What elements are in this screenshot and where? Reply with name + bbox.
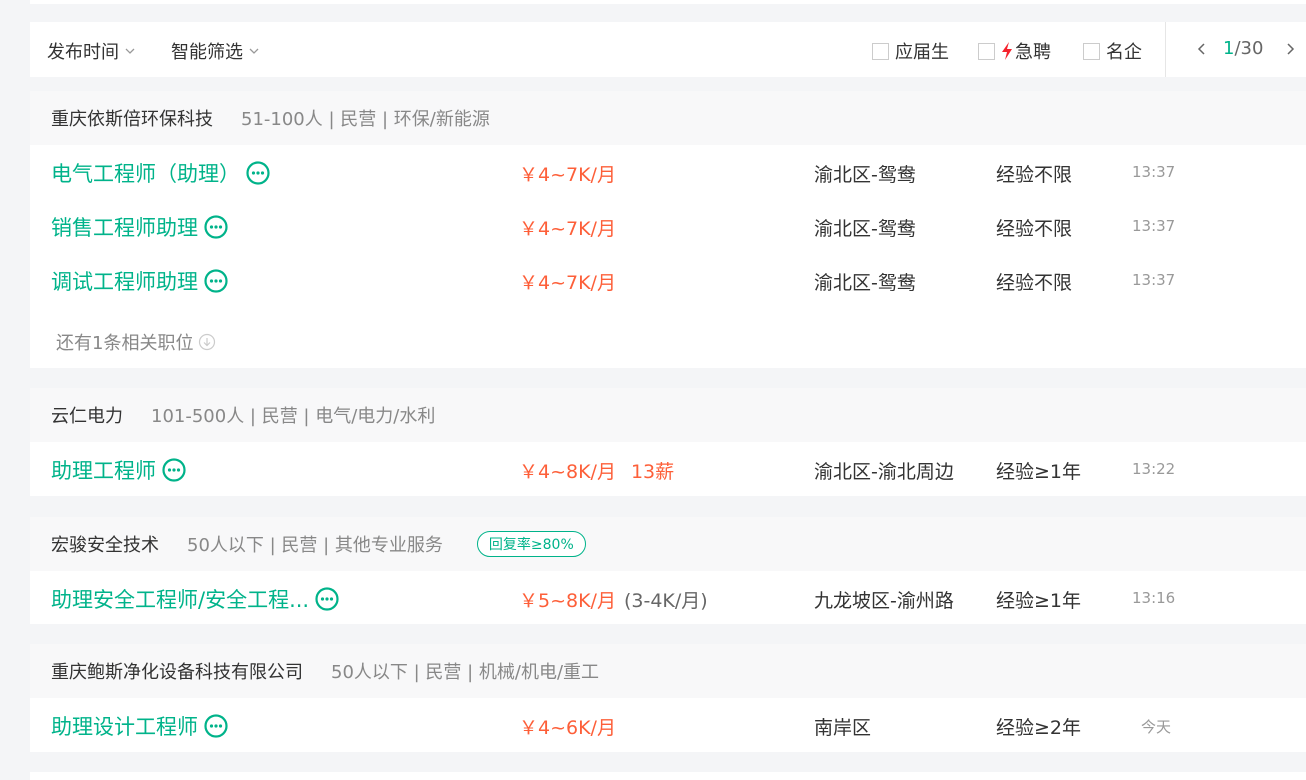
job-title-text: 助理安全工程师/安全工程... [51, 588, 310, 612]
famous-company-checkbox[interactable]: 名企 [1083, 38, 1142, 64]
company-header: 重庆鲍斯净化设备科技有限公司 50人以下 | 民营 | 机械/机电/重工 [30, 644, 1306, 698]
expand-down-icon [199, 333, 216, 351]
job-row[interactable]: 助理设计工程师 ￥4~6K/月 南岸区 经验≥2年 今天 [30, 698, 1306, 752]
checkbox-box[interactable] [1083, 42, 1100, 60]
experience: 经验不限 [996, 164, 1073, 186]
total-pages: /30 [1234, 38, 1264, 59]
location: 渝北区-鸳鸯 [814, 272, 916, 294]
company-card: 重庆依斯倍环保科技 51-100人 | 民营 | 环保/新能源 电气工程师（助理… [30, 91, 1306, 368]
company-name[interactable]: 云仁电力 [51, 402, 123, 428]
graduate-label: 应届生 [895, 42, 949, 63]
publish-time: 13:16 [1132, 589, 1176, 607]
salary: ￥4~6K/月 [519, 717, 616, 739]
more-jobs-row: 还有1条相关职位 [30, 307, 1306, 367]
reply-rate-badge: 回复率≥80% [476, 531, 586, 557]
more-jobs-link[interactable]: 还有1条相关职位 [56, 329, 216, 355]
previous-card-edge [30, 0, 1306, 4]
experience: 经验≥2年 [996, 717, 1082, 739]
chevron-down-icon [125, 48, 135, 54]
job-row[interactable]: 助理安全工程师/安全工程... ￥5~8K/月 (3-4K/月) 九龙坡区-渝州路… [30, 571, 1306, 625]
pagination: 1 /30 [1195, 38, 1297, 59]
chevron-left-icon[interactable] [1195, 42, 1209, 56]
famous-label: 名企 [1106, 42, 1142, 63]
location: 渝北区-渝北周边 [814, 461, 954, 483]
publish-time: 13:22 [1132, 460, 1176, 478]
publish-time: 13:37 [1132, 271, 1176, 289]
company-card: 宏骏安全技术 50人以下 | 民营 | 其他专业服务 回复率≥80% 助理安全工… [30, 517, 1306, 624]
job-title-text: 电气工程师（助理） [51, 162, 240, 186]
checkbox-box[interactable] [872, 42, 889, 60]
salary: ￥4~7K/月 [519, 272, 616, 294]
company-card: 云仁电力 101-500人 | 民营 | 电气/电力/水利 助理工程师 ￥4~8… [30, 388, 1306, 496]
next-card-edge [30, 772, 1306, 780]
filter-bar: 发布时间 智能筛选 应届生 急聘 名企 1 /30 [30, 22, 1306, 77]
job-title-text: 助理工程师 [51, 459, 156, 483]
publish-time-filter[interactable]: 发布时间 [47, 38, 136, 64]
job-list-page: 发布时间 智能筛选 应届生 急聘 名企 1 /30 重庆依斯倍环保科技 51-1… [30, 0, 1306, 780]
salary: ￥4~7K/月 [519, 218, 616, 240]
publish-time: 13:37 [1132, 217, 1176, 235]
smart-filter-label: 智能筛选 [171, 42, 243, 63]
salary-months: 13薪 [630, 461, 675, 483]
publish-time: 今天 [1141, 718, 1172, 736]
checkbox-box[interactable] [978, 42, 995, 60]
experience: 经验≥1年 [996, 461, 1082, 483]
company-info: 101-500人 | 民营 | 电气/电力/水利 [151, 406, 436, 427]
chat-icon[interactable] [204, 714, 228, 738]
job-title[interactable]: 助理安全工程师/安全工程... [51, 584, 339, 614]
salary-range: ￥4~8K/月 [519, 461, 616, 483]
chat-icon[interactable] [315, 587, 339, 611]
location: 渝北区-鸳鸯 [814, 218, 916, 240]
current-page: 1 [1223, 38, 1235, 59]
urgent-label: 急聘 [1015, 42, 1051, 63]
job-row[interactable]: 电气工程师（助理） ￥4~7K/月 渝北区-鸳鸯 经验不限 13:37 [30, 145, 1306, 199]
experience: 经验不限 [996, 218, 1073, 240]
job-row[interactable]: 调试工程师助理 ￥4~7K/月 渝北区-鸳鸯 经验不限 13:37 [30, 253, 1306, 307]
company-header: 云仁电力 101-500人 | 民营 | 电气/电力/水利 [30, 388, 1306, 442]
publish-time: 13:37 [1132, 163, 1176, 181]
company-header: 宏骏安全技术 50人以下 | 民营 | 其他专业服务 回复率≥80% [30, 517, 1306, 571]
graduate-checkbox[interactable]: 应届生 [872, 38, 949, 64]
chat-icon[interactable] [204, 215, 228, 239]
chevron-down-icon [249, 48, 259, 54]
chat-icon[interactable] [162, 458, 186, 482]
more-jobs-label: 还有1条相关职位 [56, 333, 194, 354]
location: 南岸区 [814, 717, 872, 739]
publish-time-label: 发布时间 [47, 42, 119, 63]
job-row[interactable]: 销售工程师助理 ￥4~7K/月 渝北区-鸳鸯 经验不限 13:37 [30, 199, 1306, 253]
job-row[interactable]: 助理工程师 ￥4~8K/月 13薪 渝北区-渝北周边 经验≥1年 13:22 [30, 442, 1306, 496]
company-info: 51-100人 | 民营 | 环保/新能源 [241, 109, 490, 130]
divider [1165, 22, 1166, 77]
job-title-text: 调试工程师助理 [51, 270, 198, 294]
salary-range: ￥5~8K/月 [519, 590, 616, 612]
salary: ￥5~8K/月 (3-4K/月) [519, 586, 708, 613]
chat-icon[interactable] [246, 161, 270, 185]
company-info: 50人以下 | 民营 | 其他专业服务 [187, 535, 443, 556]
salary-intern: (3-4K/月) [623, 590, 708, 612]
job-title[interactable]: 销售工程师助理 [51, 212, 228, 242]
smart-filter[interactable]: 智能筛选 [171, 38, 260, 64]
company-info: 50人以下 | 民营 | 机械/机电/重工 [331, 662, 600, 683]
company-card: 重庆鲍斯净化设备科技有限公司 50人以下 | 民营 | 机械/机电/重工 助理设… [30, 644, 1306, 752]
job-title[interactable]: 助理工程师 [51, 455, 186, 485]
experience: 经验≥1年 [996, 590, 1082, 612]
location: 九龙坡区-渝州路 [814, 590, 954, 612]
chevron-right-icon[interactable] [1283, 42, 1297, 56]
salary: ￥4~8K/月 13薪 [519, 457, 674, 484]
company-header: 重庆依斯倍环保科技 51-100人 | 民营 | 环保/新能源 [30, 91, 1306, 145]
lightning-icon [1002, 42, 1012, 60]
company-name[interactable]: 宏骏安全技术 [51, 531, 159, 557]
company-name[interactable]: 重庆依斯倍环保科技 [51, 105, 213, 131]
chat-icon[interactable] [204, 269, 228, 293]
job-title-text: 助理设计工程师 [51, 715, 198, 739]
location: 渝北区-鸳鸯 [814, 164, 916, 186]
job-title-text: 销售工程师助理 [51, 216, 198, 240]
experience: 经验不限 [996, 272, 1073, 294]
job-title[interactable]: 调试工程师助理 [51, 266, 228, 296]
company-name[interactable]: 重庆鲍斯净化设备科技有限公司 [51, 658, 303, 684]
salary: ￥4~7K/月 [519, 164, 616, 186]
job-title[interactable]: 电气工程师（助理） [51, 158, 270, 188]
job-title[interactable]: 助理设计工程师 [51, 711, 228, 741]
urgent-checkbox[interactable]: 急聘 [978, 38, 1051, 64]
